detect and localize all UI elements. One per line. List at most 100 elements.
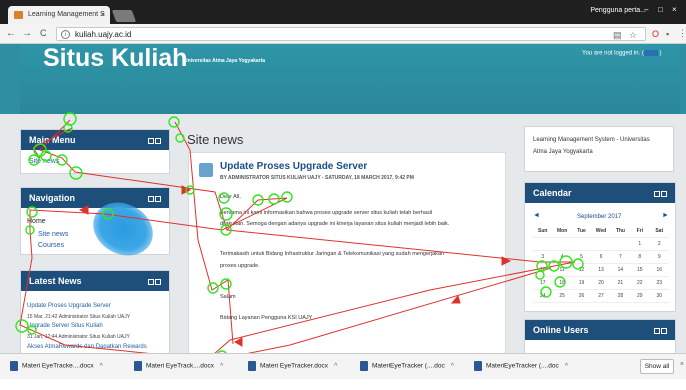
calendar-day[interactable]: 26: [571, 290, 592, 303]
minimize-icon[interactable]: –: [644, 5, 648, 14]
calendar-day[interactable]: 29: [630, 290, 650, 303]
maximize-icon[interactable]: □: [658, 5, 663, 14]
calendar-day[interactable]: 4: [552, 251, 572, 264]
calendar-day[interactable]: 23: [649, 277, 669, 290]
calendar-day[interactable]: 10: [533, 264, 553, 277]
new-tab-button[interactable]: [111, 10, 137, 22]
post-body-line: proses upgrade.: [220, 263, 260, 269]
post-title[interactable]: Update Proses Upgrade Server: [220, 161, 367, 172]
forward-icon[interactable]: →: [22, 28, 32, 39]
back-icon[interactable]: ←: [6, 28, 16, 39]
post-body-line: dilakukan. Semoga dengan adanya upgrade …: [220, 221, 450, 227]
download-item[interactable]: Materi EyeTracke....docx ^: [10, 361, 103, 375]
chevron-up-icon[interactable]: ^: [451, 363, 454, 370]
calendar-prev-icon[interactable]: ◄: [533, 212, 540, 219]
site-title[interactable]: Situs Kuliah: [43, 44, 187, 73]
nav-courses[interactable]: Courses: [38, 242, 64, 249]
address-bar[interactable]: i kuliah.uajy.ac.id ▤ ☆: [56, 27, 646, 41]
calendar-header: Calendar: [525, 183, 675, 203]
online-users-title: Online Users: [533, 325, 589, 335]
calendar-day[interactable]: [533, 238, 553, 251]
calendar-day[interactable]: 18: [552, 277, 572, 290]
download-item[interactable]: Materi EyeTracker.docx ^: [248, 361, 337, 375]
download-item[interactable]: MateriEyeTracker (....doc ^: [474, 361, 568, 375]
download-item[interactable]: MateriEyeTracker (....doc ^: [360, 361, 454, 375]
calendar-month[interactable]: September 2017: [577, 214, 621, 220]
calendar-day[interactable]: [571, 238, 592, 251]
tab-close-icon[interactable]: ×: [100, 10, 105, 19]
news-item-title[interactable]: Akses AtmaRewards dan Dapatkan Rewards: [27, 344, 147, 350]
calendar-day[interactable]: 20: [591, 277, 611, 290]
block-controls[interactable]: [147, 277, 163, 285]
calendar-day[interactable]: 5: [571, 251, 592, 264]
bookmark-star-icon[interactable]: ☆: [629, 30, 637, 41]
main-menu-site-news-link[interactable]: Site news: [29, 158, 59, 165]
block-controls[interactable]: [653, 189, 669, 197]
calendar-day[interactable]: 9: [649, 251, 669, 264]
calendar-day[interactable]: 15: [630, 264, 650, 277]
calendar-day[interactable]: 22: [630, 277, 650, 290]
close-window-icon[interactable]: ×: [672, 5, 677, 14]
nav-home[interactable]: Home: [27, 218, 46, 225]
chevron-up-icon[interactable]: ^: [334, 363, 337, 370]
calendar-day[interactable]: 25: [552, 290, 572, 303]
login-link[interactable]: [643, 50, 658, 56]
calendar-day[interactable]: 24: [533, 290, 553, 303]
main-menu-header: Main Menu: [21, 130, 169, 150]
calendar-day[interactable]: 12: [571, 264, 592, 277]
chevron-up-icon[interactable]: ^: [565, 363, 568, 370]
calendar-day[interactable]: 28: [610, 290, 631, 303]
reload-icon[interactable]: C: [40, 28, 47, 38]
chevron-up-icon[interactable]: ^: [100, 363, 103, 370]
opera-icon[interactable]: O: [652, 29, 659, 39]
calendar-day[interactable]: 14: [610, 264, 631, 277]
block-controls[interactable]: [147, 136, 163, 144]
calendar-day[interactable]: 6: [591, 251, 611, 264]
calendar-day[interactable]: [591, 238, 611, 251]
calendar-day[interactable]: 1: [630, 238, 650, 251]
calendar-day[interactable]: 21: [610, 277, 631, 290]
menu-icon[interactable]: ⋮: [678, 28, 686, 39]
calendar-day[interactable]: 7: [610, 251, 631, 264]
calendar-day[interactable]: 2: [649, 238, 669, 251]
block-controls[interactable]: [147, 194, 163, 202]
calendar-weekday-row: Sun Mon Tue Wed Thu Fri Sat: [533, 225, 669, 238]
browser-toolbar: ← → C i kuliah.uajy.ac.id ▤ ☆ O ▪ ⋮: [0, 24, 686, 44]
nav-site-news[interactable]: Site news: [38, 231, 68, 238]
extension-icon[interactable]: ▪: [666, 29, 669, 39]
profile-name[interactable]: Pengguna perta...: [590, 7, 646, 14]
download-filename: Materi EyeTrack....docx: [146, 362, 215, 370]
translate-icon[interactable]: ▤: [613, 30, 622, 41]
lms-info-block: Learning Management System - Universitas…: [524, 126, 674, 172]
calendar-day[interactable]: 17: [533, 277, 553, 290]
download-filename: Materi EyeTracker.docx: [260, 362, 329, 370]
calendar-week-row: 17 18 19 20 21 22 23: [533, 277, 669, 290]
weekday: Tue: [571, 225, 592, 238]
close-downloads-icon[interactable]: ×: [680, 361, 684, 368]
info-icon[interactable]: i: [61, 30, 70, 39]
download-item[interactable]: Materi EyeTrack....docx ^: [134, 361, 223, 375]
news-item-title[interactable]: Upgrade Server Situs Kuliah: [27, 323, 103, 329]
login-status: You are not logged in. ( ): [582, 50, 662, 57]
calendar-day[interactable]: 16: [649, 264, 669, 277]
word-file-icon: [134, 361, 142, 371]
block-controls[interactable]: [653, 326, 669, 334]
calendar-next-icon[interactable]: ►: [662, 212, 669, 219]
calendar-day[interactable]: 3: [533, 251, 553, 264]
browser-tab[interactable]: Learning Management S ×: [8, 6, 110, 24]
calendar-day[interactable]: 27: [591, 290, 611, 303]
calendar-day[interactable]: [610, 238, 631, 251]
url-text: kuliah.uajy.ac.id: [75, 30, 132, 39]
chevron-up-icon[interactable]: ^: [220, 363, 223, 370]
show-all-button[interactable]: Show all: [640, 359, 674, 374]
calendar-day[interactable]: 13: [591, 264, 611, 277]
calendar-day[interactable]: 19: [571, 277, 592, 290]
weekday: Mon: [552, 225, 572, 238]
lms-info-line: Atma Jaya Yogyakarta: [533, 149, 593, 155]
calendar-day[interactable]: 11: [552, 264, 572, 277]
calendar-day[interactable]: 30: [649, 290, 669, 303]
news-item-date: 15 Mar, 21:42 Administrator Situs Kuliah…: [27, 314, 131, 320]
calendar-day[interactable]: [552, 238, 572, 251]
calendar-day[interactable]: 8: [630, 251, 650, 264]
news-item-title[interactable]: Update Proses Upgrade Server: [27, 303, 111, 309]
